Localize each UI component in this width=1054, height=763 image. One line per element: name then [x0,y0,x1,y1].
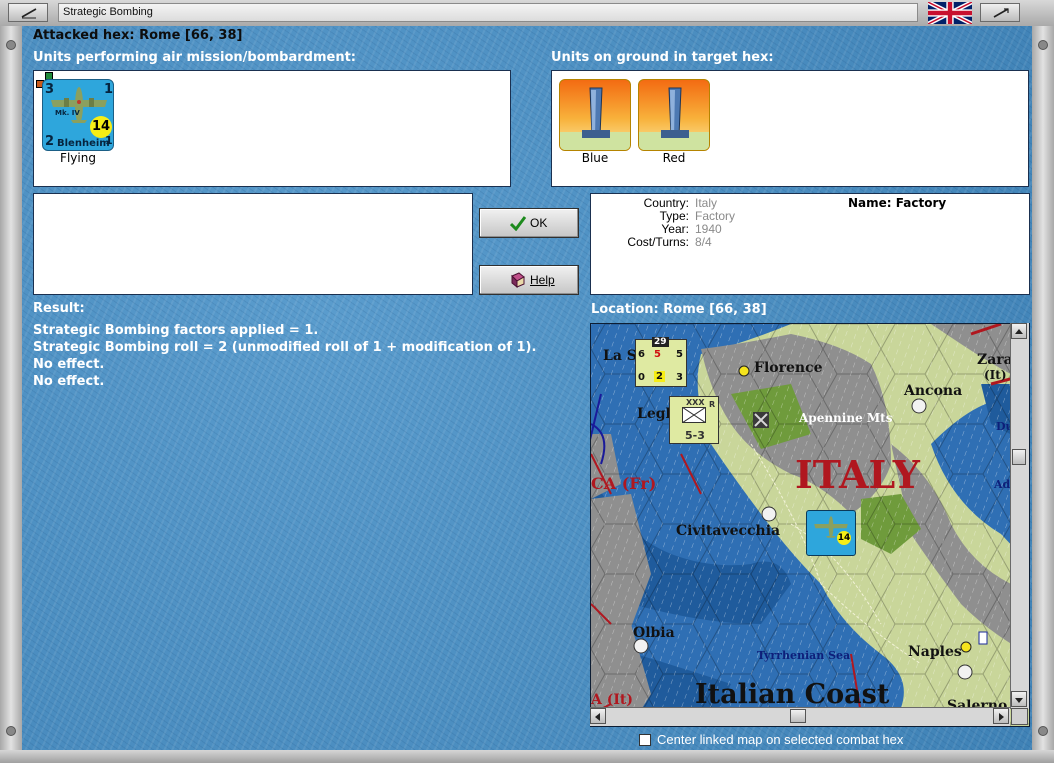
bottom-border [0,750,1054,763]
target-caption-red: Red [662,151,686,165]
factory-icon [560,87,630,150]
scroll-left-button[interactable] [590,708,606,724]
arrow-up-icon [1015,329,1023,334]
left-border [0,26,22,763]
factory-counter-red[interactable] [638,79,710,151]
stack-a-bl: 0 [638,372,645,383]
right-border [1032,26,1054,763]
stack-a-br: 3 [676,372,683,383]
map-label-florence: Florence [754,360,823,376]
result-lines: Strategic Bombing factors applied = 1. S… [33,322,536,390]
title-field: Strategic Bombing [58,3,918,22]
title-bar: Strategic Bombing [0,0,1054,27]
targets-list: Blue Red [551,70,1029,187]
cost-value: 1 [105,134,113,147]
attack-value: 3 [45,82,55,97]
target-caption-blue: Blue [581,151,609,165]
infantry-icon [682,407,706,423]
vertical-scroll-thumb[interactable] [1012,449,1026,465]
horizontal-scroll-thumb[interactable] [790,709,806,723]
map-label-civitavecchia: Civitavecchia [676,523,781,539]
map-label-coast: Italian Coast [695,679,890,710]
messages-box [33,193,473,295]
unit-name: Blenheim [57,138,110,149]
map-label-ancona: Ancona [904,383,963,399]
help-label: Help [530,273,555,287]
stack-b-bottom: 5-3 [685,429,705,442]
map-unit-stack-b[interactable]: XXX R 5-3 [669,396,719,444]
checkmark-icon [510,216,526,231]
window-title: Strategic Bombing [63,6,153,18]
map-label-tyrrhenian: Tyrrhenian Sea [757,649,851,662]
blenheim-counter[interactable]: 3 1 Mk. IV 14 2 Blenheim 1 [42,79,114,151]
unit-mark: Mk. IV [55,109,80,117]
map-horizontal-scrollbar[interactable] [590,707,1010,726]
help-button[interactable]: Help [479,265,579,295]
linked-map[interactable]: Florence Ancona Apennine Mts ITALY Civit… [590,323,1030,727]
minimize-icon [21,8,37,19]
ok-button[interactable]: OK [479,208,579,238]
map-label-la-s: La S [603,348,637,364]
result-label: Result: [33,301,85,316]
stack-a-tl: 6 [638,349,645,360]
help-book-icon [511,272,525,288]
map-unit-stack-a[interactable]: 29 6 5 5 0 2 3 [635,337,687,387]
center-map-checkbox[interactable] [639,734,651,746]
result-line: Strategic Bombing roll = 2 (unmodified r… [33,340,537,355]
targets-label: Units on ground in target hex: [551,50,774,65]
ok-label: OK [530,216,548,230]
map-bomber-counter[interactable]: 14 [806,510,856,556]
map-vertical-scrollbar[interactable] [1010,323,1029,709]
info-name: Name: Factory [848,196,947,210]
attackers-label: Units performing air mission/bombardment… [33,50,357,65]
dialog-client: Attacked hex: Rome [66, 38] Units perfor… [22,26,1032,750]
map-bomber-range: 14 [837,531,851,545]
target-info-box: Country: Italy Type: Factory Year: 1940 Cos… [590,193,1030,295]
result-line: Strategic Bombing factors applied = 1. [33,323,319,338]
factory-icon [639,87,709,150]
map-label-ca-fr: CA (Fr) [591,474,657,493]
stack-a-top: 29 [652,337,669,347]
window-frame: Strategic Bombing Attacked hex: Rome [66… [0,0,1054,763]
unit-status: Flying [60,151,96,165]
scroll-up-button[interactable] [1011,323,1027,339]
arrow-down-icon [1015,698,1023,703]
attacked-hex-label: Attacked hex: Rome [66, 38] [33,28,243,43]
stack-b-xxx: XXX [686,398,705,407]
map-label-italy: ITALY [795,452,920,497]
scroll-corner [1011,708,1028,725]
attackers-list: 3 1 Mk. IV 14 2 Blenheim 1 Flying [33,70,511,187]
uk-flag-icon [928,2,972,24]
map-label-naples: Naples [908,644,962,660]
restore-button[interactable] [980,3,1020,22]
map-label-a-it: A (It) [591,692,633,708]
location-label: Location: Rome [66, 38] [591,302,767,317]
arrow-left-icon [595,713,600,721]
minimize-button[interactable] [8,3,48,22]
scroll-right-button[interactable] [993,708,1009,724]
stack-a-tr: 5 [676,349,683,360]
result-line: No effect. [33,357,105,372]
map-label-ad: Ad [994,478,1011,491]
arrow-right-icon [999,713,1004,721]
stack-a-bm: 2 [654,371,665,382]
map-label-zara: Zara [977,352,1013,368]
result-line: No effect. [33,374,105,389]
defense-value: 1 [104,82,114,97]
factory-counter-blue[interactable] [559,79,631,151]
map-label-zara-it: (It) [984,368,1007,382]
center-map-label[interactable]: Center linked map on selected combat hex [657,732,903,747]
stack-b-r: R [709,400,716,409]
stack-a-tm: 5 [654,349,661,360]
restore-icon [993,8,1009,18]
movement-value: 2 [45,134,55,149]
map-label-apennine: Apennine Mts [799,411,893,425]
scroll-down-button[interactable] [1011,691,1027,707]
map-label-olbia: Olbia [633,625,675,641]
